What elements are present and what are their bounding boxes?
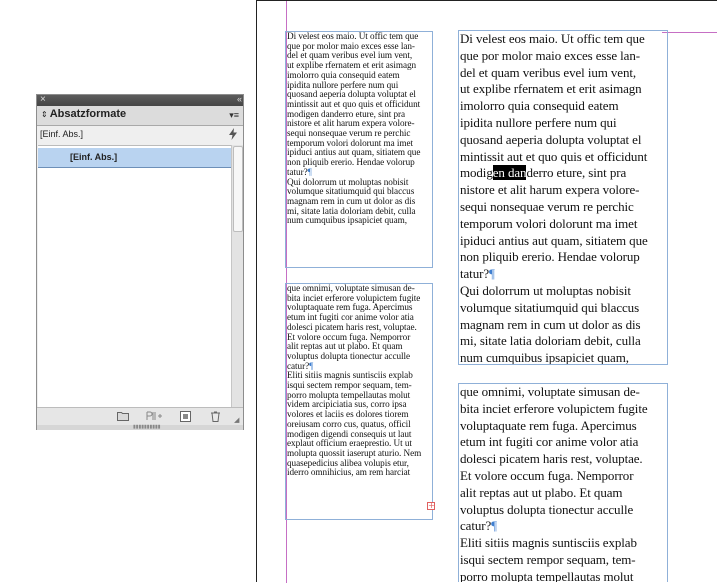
panel-tab[interactable]: ⇕ Absatzformate ▾≡ <box>37 106 243 126</box>
frame-text: Di velest eos maio. Ut offic tem que que… <box>287 31 421 177</box>
resize-grip-icon[interactable]: ◢ <box>234 417 242 425</box>
trash-icon[interactable] <box>209 411 221 422</box>
pilcrow: ¶ <box>489 266 495 282</box>
frame-text: Eliti sitiis magnis suntisciis explab is… <box>460 535 637 582</box>
text-frame-small-2[interactable]: que omnimi, voluptate simusan de- bita i… <box>285 283 433 520</box>
panel-tab-label: ⇕ Absatzformate <box>41 108 126 120</box>
pilcrow: ¶ <box>309 360 314 371</box>
folder-icon[interactable] <box>117 411 129 422</box>
frame-text: Qui dolorrum ut moluptas nobisit volumqu… <box>460 282 641 365</box>
text-selection[interactable]: en dan <box>492 165 527 181</box>
margin-guide-top <box>662 32 717 33</box>
panel-menu-icon[interactable]: ▾≡ <box>229 110 239 121</box>
pilcrow: ¶ <box>491 518 497 534</box>
text-frame-large-1[interactable]: Di velest eos maio. Ut offic tem que que… <box>458 30 668 365</box>
scrollbar[interactable] <box>231 145 243 407</box>
style-list-item-label: [Einf. Abs.] <box>70 152 118 162</box>
panel-bottom-bar: ▮▮▮▮▮▮▮▮▮▮ <box>37 425 243 430</box>
paragraph-styles-panel: × « ⇕ Absatzformate ▾≡ [Einf. Abs.] [Einf… <box>36 94 244 430</box>
style-list-item[interactable]: [Einf. Abs.] <box>38 148 231 168</box>
overset-text-indicator[interactable]: + <box>427 502 435 510</box>
style-list: [Einf. Abs.] <box>38 145 231 408</box>
frame-text: que omnimi, voluptate simusan de- bita i… <box>287 283 421 371</box>
collapse-icon[interactable]: « <box>237 94 242 105</box>
current-style-label: [Einf. Abs.] <box>40 129 84 139</box>
frame-text: derro eture, sint pra nistore et alit ha… <box>460 165 648 282</box>
frame-text: Qui dolorrum ut moluptas nobisit volumqu… <box>287 176 416 226</box>
current-style-row: [Einf. Abs.] <box>37 126 243 144</box>
pilcrow: ¶ <box>307 166 312 177</box>
lightning-icon[interactable] <box>229 128 237 143</box>
text-frame-small-1[interactable]: Di velest eos maio. Ut offic tem que que… <box>285 31 433 268</box>
style-override-icon[interactable] <box>145 411 163 422</box>
panel-title: Absatzformate <box>49 108 127 120</box>
scroll-thumb[interactable] <box>233 146 243 232</box>
grab-handle-icon[interactable]: ▮▮▮▮▮▮▮▮▮▮ <box>133 425 161 430</box>
close-icon[interactable]: × <box>40 94 46 105</box>
frame-text: que omnimi, voluptate simusan de- bita i… <box>460 384 648 534</box>
new-style-icon[interactable] <box>179 411 191 422</box>
text-frame-large-2[interactable]: que omnimi, voluptate simusan de- bita i… <box>458 383 668 582</box>
frame-text: Eliti sitiis magnis suntisciis explab is… <box>287 370 422 478</box>
panel-titlebar[interactable]: × « <box>37 94 243 106</box>
frame-text: Di velest eos maio. Ut offic tem que que… <box>460 31 648 181</box>
sort-arrows-icon: ⇕ <box>41 110 48 119</box>
